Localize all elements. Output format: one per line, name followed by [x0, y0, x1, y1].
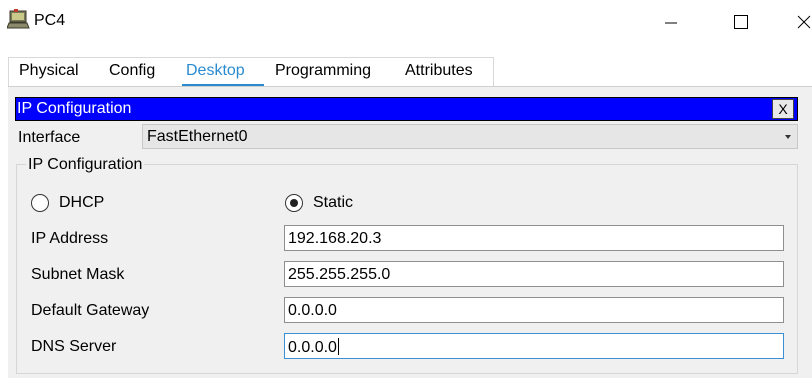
pc-computer-icon [6, 9, 31, 31]
ip-config-group-title: IP Configuration [26, 156, 145, 174]
ip-config-title: IP Configuration [17, 100, 132, 117]
subnet-mask-label: Subnet Mask [31, 266, 125, 283]
text-caret [337, 338, 339, 355]
dhcp-label: DHCP [59, 194, 105, 211]
ip-address-input[interactable]: 192.168.20.3 [284, 225, 784, 251]
tab-programming[interactable]: Programming [275, 62, 371, 86]
interface-value: FastEthernet0 [147, 128, 248, 145]
subnet-mask-input[interactable]: 255.255.255.0 [284, 261, 784, 287]
static-label: Static [313, 194, 354, 211]
dns-server-label: DNS Server [31, 338, 117, 355]
ip-config-header: IP Configuration X [15, 97, 798, 121]
title-bar: PC4 [0, 0, 812, 44]
interface-label: Interface [18, 129, 81, 146]
tab-physical[interactable]: Physical [19, 62, 79, 86]
dns-server-value: 0.0.0.0 [288, 339, 337, 356]
minimize-icon[interactable] [657, 10, 685, 34]
default-gateway-label: Default Gateway [31, 302, 150, 319]
tab-attributes[interactable]: Attributes [405, 62, 473, 86]
static-radio[interactable] [285, 194, 303, 212]
tab-config[interactable]: Config [109, 62, 155, 86]
tab-bar: Physical Config Desktop Programming Attr… [8, 57, 494, 87]
dns-server-input[interactable]: 0.0.0.0 [284, 333, 784, 359]
dhcp-radio[interactable] [31, 194, 49, 212]
radio-selected-dot [290, 199, 298, 207]
chevron-down-icon [785, 135, 791, 139]
default-gateway-input[interactable]: 0.0.0.0 [284, 297, 784, 323]
ip-config-close-button[interactable]: X [772, 99, 794, 119]
window-title: PC4 [34, 12, 66, 29]
maximize-icon[interactable] [727, 10, 755, 34]
tab-desktop[interactable]: Desktop [186, 62, 245, 86]
ip-address-label: IP Address [31, 230, 109, 247]
close-icon[interactable] [790, 10, 812, 34]
interface-select[interactable]: FastEthernet0 [142, 124, 798, 149]
